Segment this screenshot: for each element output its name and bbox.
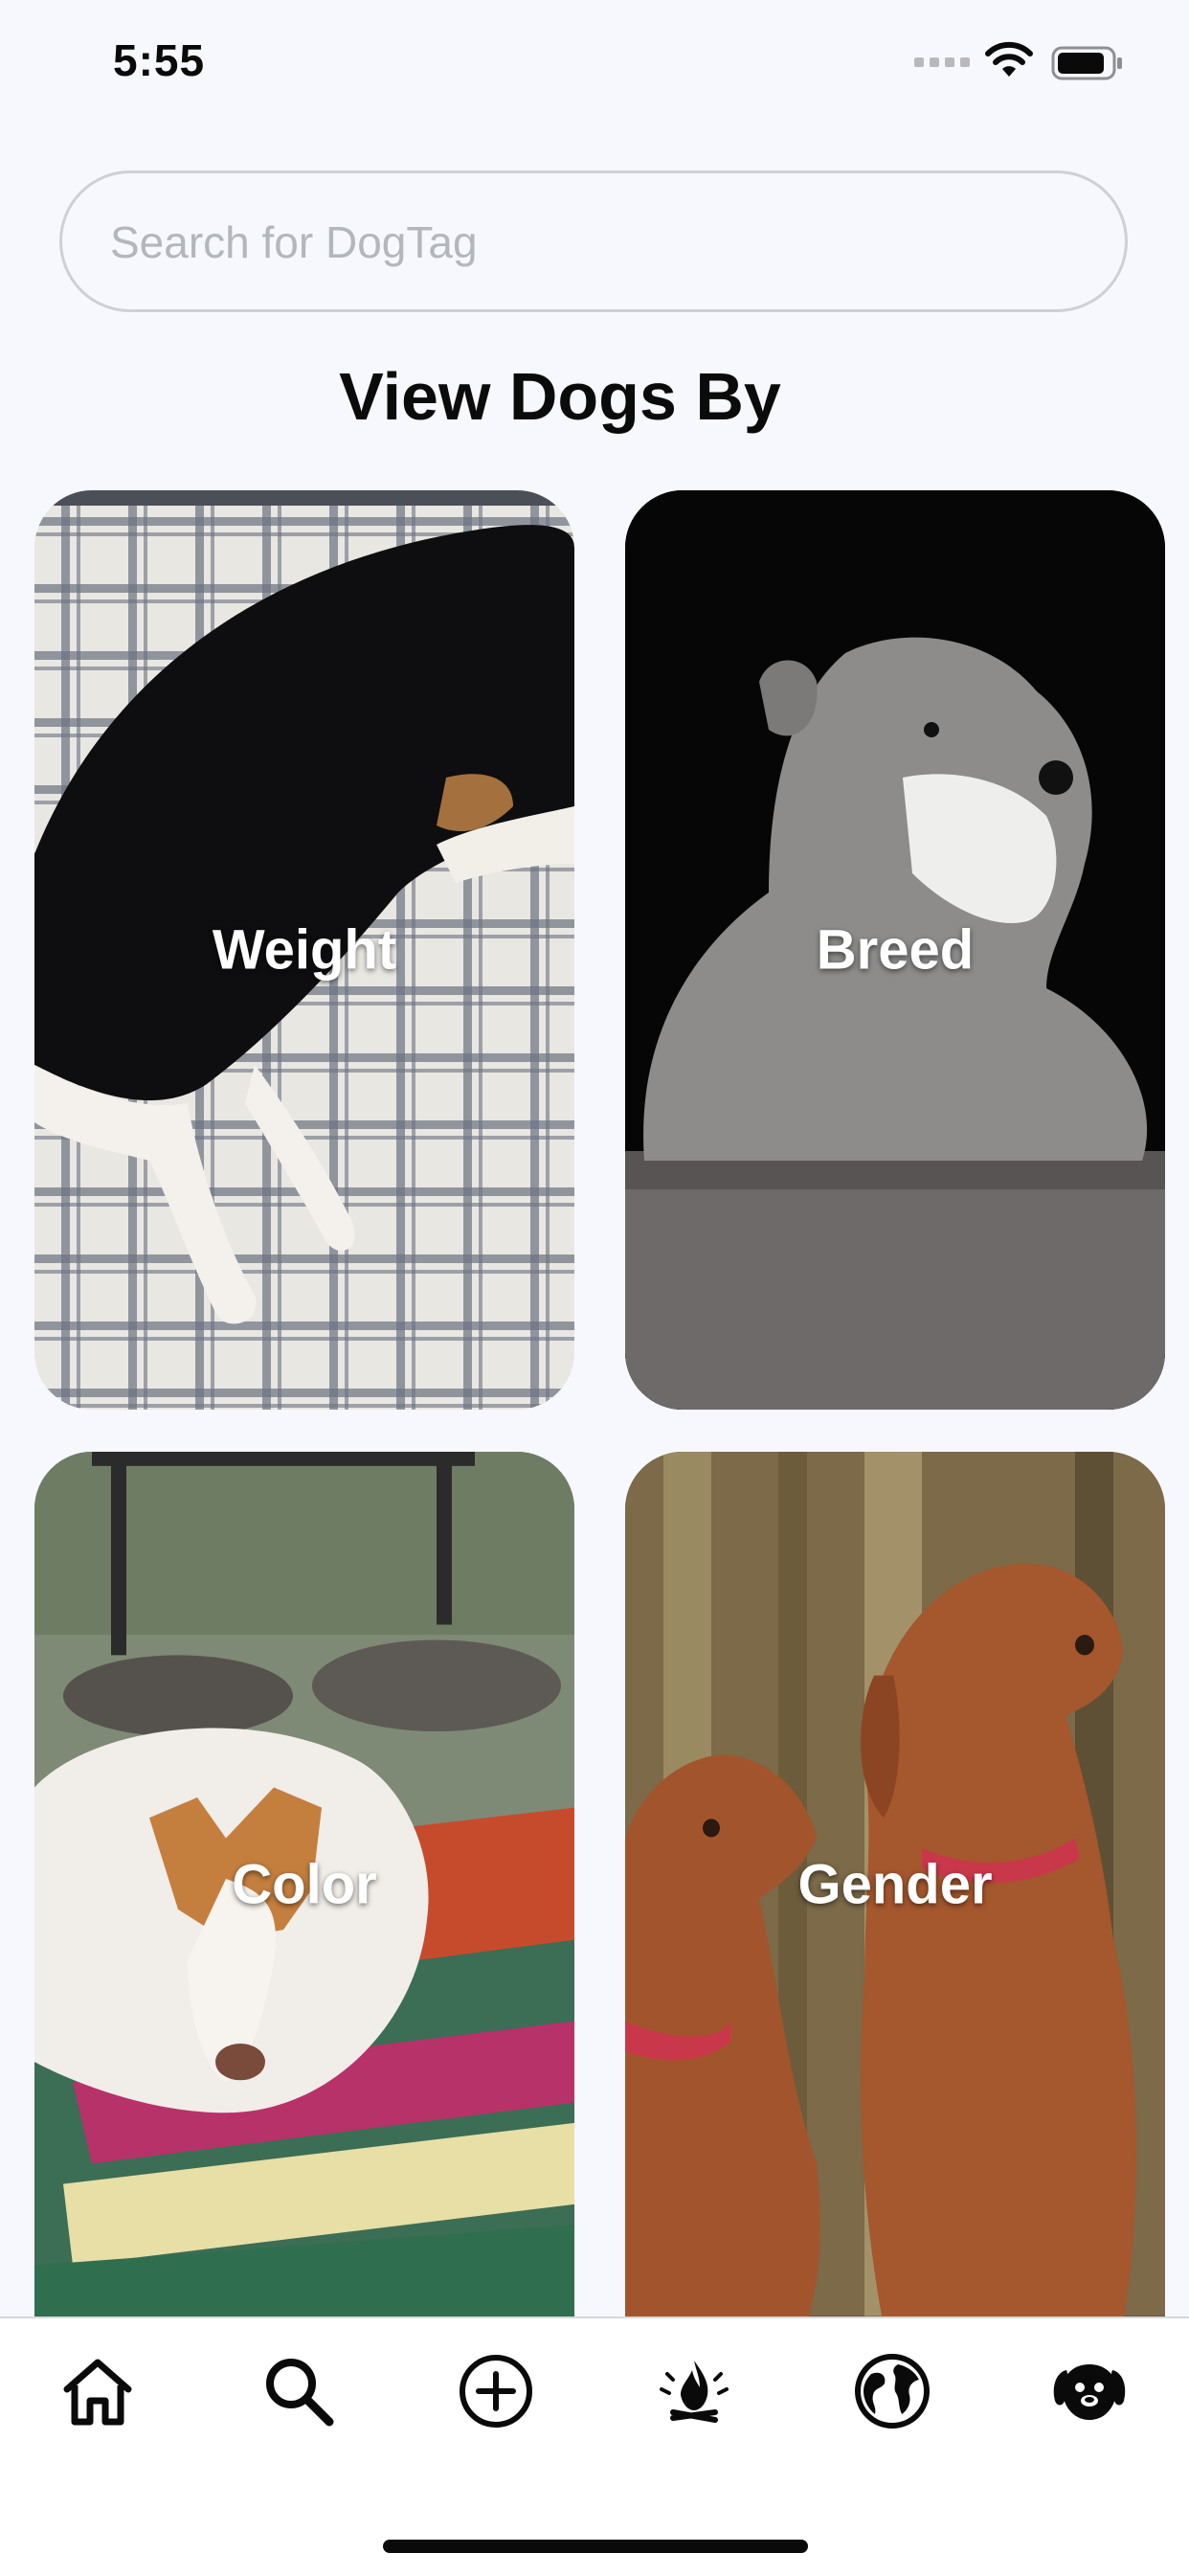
status-bar: 5:55 — [0, 0, 1189, 124]
search-input[interactable] — [108, 173, 1069, 311]
dog-face-icon — [1053, 2364, 1126, 2420]
battery-icon — [1051, 46, 1122, 80]
globe-icon — [855, 2354, 930, 2429]
category-label-color: Color — [232, 1853, 377, 1916]
home-indicator[interactable] — [383, 2540, 808, 2553]
page-title: View Dogs By — [339, 359, 781, 434]
cellular-signal-icon — [914, 57, 970, 67]
tab-add[interactable] — [448, 2343, 544, 2439]
category-label-breed: Breed — [816, 918, 975, 982]
category-card-weight[interactable]: Weight — [34, 490, 574, 1410]
tab-profile[interactable] — [1042, 2343, 1137, 2439]
search-icon — [266, 2359, 334, 2427]
home-icon — [63, 2359, 132, 2426]
category-label-gender: Gender — [797, 1853, 993, 1916]
tab-explore[interactable] — [844, 2343, 940, 2439]
wifi-icon — [985, 41, 1033, 77]
tab-home[interactable] — [50, 2343, 146, 2439]
category-card-color[interactable]: Color — [34, 1452, 574, 2317]
category-card-breed[interactable]: Breed — [625, 490, 1165, 1410]
plus-circle-icon — [460, 2355, 532, 2428]
search-bar[interactable] — [59, 170, 1128, 312]
tab-campfire[interactable] — [646, 2343, 742, 2439]
tab-search[interactable] — [251, 2343, 347, 2439]
category-label-weight: Weight — [212, 918, 397, 982]
campfire-icon — [660, 2361, 729, 2423]
tab-bar — [0, 2316, 1189, 2576]
status-time: 5:55 — [113, 35, 206, 85]
category-card-gender[interactable]: Gender — [625, 1452, 1165, 2317]
